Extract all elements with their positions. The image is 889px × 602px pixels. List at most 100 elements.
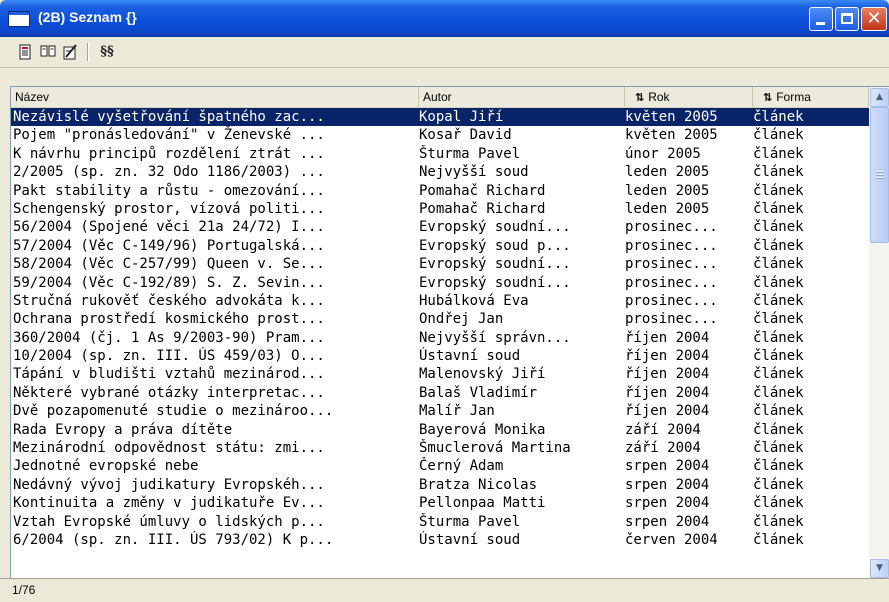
cell-author: Evropský soudní...	[419, 219, 571, 236]
table-row[interactable]: 6/2004 (sp. zn. III. ÚS 793/02) K p... Ús…	[11, 531, 869, 549]
article-list[interactable]: Název Autor ⇅ Rok ⇅ Forma Nezávislé vyšetř…	[10, 86, 889, 579]
cell-form: článek	[753, 109, 804, 125]
cell-title: Tápání v bludišti vztahů mezinárod...	[13, 366, 325, 383]
table-row[interactable]: Rada Evropy a práva dítěte Bayerová Monik…	[11, 421, 869, 439]
table-row[interactable]: Jednotné evropské nebe Černý Adam srpen 20…	[11, 457, 869, 475]
title-bar[interactable]: (2B) Seznam {} ✕	[0, 0, 889, 37]
column-header-nazev[interactable]: Název	[11, 87, 419, 107]
cell-author: Evropský soudní...	[419, 256, 571, 273]
scroll-thumb[interactable]	[870, 107, 889, 243]
edit-note-button[interactable]	[60, 42, 80, 62]
cell-title: 59/2004 (Věc C-192/89) S. Z. Sevin...	[13, 274, 325, 291]
table-row[interactable]: Dvě pozapomenuté studie o mezinároo... Ma…	[11, 402, 869, 420]
table-row[interactable]: Vztah Evropské úmluvy o lidských p... Štu…	[11, 513, 869, 531]
minimize-icon	[816, 22, 825, 25]
toolbar-separator	[87, 43, 89, 61]
cell-title: 2/2005 (sp. zn. 32 Odo 1186/2003) ...	[13, 164, 325, 181]
cell-author: Pomahač Richard	[419, 182, 546, 199]
table-row[interactable]: Pakt stability a růstu - omezování... Pom…	[11, 182, 869, 200]
table-row[interactable]: K návrhu principů rozdělení ztrát ... Štu…	[11, 145, 869, 163]
cell-title: Ochrana prostředí kosmického prost...	[13, 311, 325, 328]
table-row[interactable]: Kontinuita a změny v judikatuře Ev... Pel…	[11, 494, 869, 512]
cell-title: 56/2004 (Spojené věci 21a 24/72) I...	[13, 219, 325, 236]
cell-year: srpen 2004	[625, 458, 710, 475]
app-window: (2B) Seznam {} ✕ §§ Název Autor ⇅ Rok ⇅ …	[0, 0, 889, 602]
cell-author: Kosař David	[419, 127, 512, 144]
table-row[interactable]: 59/2004 (Věc C-192/89) S. Z. Sevin... Evr…	[11, 274, 869, 292]
cell-author: Evropský soudní...	[419, 274, 571, 291]
minimize-button[interactable]	[809, 7, 833, 31]
cell-title: Dvě pozapomenuté studie o mezinároo...	[13, 403, 334, 420]
table-row[interactable]: Nezávislé vyšetřování špatného zac... Kop…	[11, 108, 869, 127]
cell-year: říjen 2004	[625, 348, 710, 365]
scroll-up-button[interactable]: ▲	[870, 88, 889, 107]
cell-form: článek	[753, 237, 804, 254]
maximize-button[interactable]	[835, 7, 859, 31]
table-row[interactable]: Tápání v bludišti vztahů mezinárod... Mal…	[11, 365, 869, 383]
edit-note-icon	[63, 44, 77, 60]
cell-title: Jednotné evropské nebe	[13, 458, 199, 475]
table-row[interactable]: Pojem "pronásledování" v Ženevské ... Kos…	[11, 126, 869, 144]
book-button[interactable]	[38, 42, 58, 62]
cell-form: článek	[753, 403, 804, 420]
toolbar: §§	[0, 37, 889, 68]
cell-year: leden 2005	[625, 200, 710, 217]
vertical-scrollbar[interactable]: ▲ ▼	[869, 87, 889, 579]
cell-form: článek	[753, 329, 804, 346]
section-button[interactable]: §§	[96, 42, 118, 62]
table-row[interactable]: Stručná rukověť českého advokáta k... Hub…	[11, 292, 869, 310]
cell-author: Bayerová Monika	[419, 421, 546, 438]
column-label: Autor	[423, 90, 452, 104]
table-row[interactable]: 10/2004 (sp. zn. III. ÚS 459/03) O... Úst…	[11, 347, 869, 365]
table-row[interactable]: 56/2004 (Spojené věci 21a 24/72) I... Evr…	[11, 218, 869, 236]
cell-form: článek	[753, 127, 804, 144]
document-info-button[interactable]	[16, 42, 36, 62]
cell-author: Pellonpaa Matti	[419, 495, 546, 512]
column-header-autor[interactable]: Autor	[419, 87, 625, 107]
cell-form: článek	[753, 495, 804, 512]
column-header-forma[interactable]: ⇅ Forma	[753, 87, 869, 107]
table-row[interactable]: Ochrana prostředí kosmického prost... Ond…	[11, 310, 869, 328]
cell-title: Kontinuita a změny v judikatuře Ev...	[13, 495, 325, 512]
table-row[interactable]: 57/2004 (Věc C-149/96) Portugalská... Evr…	[11, 237, 869, 255]
cell-title: Mezinárodní odpovědnost státu: zmi...	[13, 440, 325, 457]
list-rows: Nezávislé vyšetřování špatného zac... Kop…	[11, 108, 869, 579]
cell-author: Nejvyšší soud	[419, 164, 529, 181]
cell-form: článek	[753, 182, 804, 199]
table-row[interactable]: Schengenský prostor, vízová politi... Pom…	[11, 200, 869, 218]
cell-author: Ondřej Jan	[419, 311, 504, 328]
book-icon	[40, 45, 56, 57]
cell-year: říjen 2004	[625, 366, 710, 383]
close-button[interactable]: ✕	[861, 7, 887, 31]
cell-year: říjen 2004	[625, 329, 710, 346]
cell-author: Černý Adam	[419, 458, 504, 475]
cell-form: článek	[753, 458, 804, 475]
table-row[interactable]: 2/2005 (sp. zn. 32 Odo 1186/2003) ... Nej…	[11, 163, 869, 181]
grip-line	[876, 174, 884, 176]
table-row[interactable]: Mezinárodní odpovědnost státu: zmi... Šmu…	[11, 439, 869, 457]
cell-form: článek	[753, 164, 804, 181]
cell-title: Pojem "pronásledování" v Ženevské ...	[13, 127, 325, 144]
table-row[interactable]: 58/2004 (Věc C-257/99) Queen v. Se... Evr…	[11, 255, 869, 273]
cell-title: Rada Evropy a práva dítěte	[13, 421, 233, 438]
table-row[interactable]: Nedávný vývoj judikatury Evropskéh... Bra…	[11, 476, 869, 494]
cell-author: Šturma Pavel	[419, 513, 521, 530]
cell-year: srpen 2004	[625, 476, 710, 493]
column-label: Rok	[648, 90, 670, 104]
column-header-rok[interactable]: ⇅ Rok	[625, 87, 753, 107]
table-row[interactable]: Některé vybrané otázky interpretac... Bal…	[11, 384, 869, 402]
grip-line	[876, 171, 884, 173]
cell-form: článek	[753, 256, 804, 273]
cell-title: Stručná rukověť českého advokáta k...	[13, 292, 325, 309]
cell-year: prosinec...	[625, 311, 718, 328]
cell-form: článek	[753, 200, 804, 217]
cell-form: článek	[753, 348, 804, 365]
cell-title: Pakt stability a růstu - omezování...	[13, 182, 325, 199]
table-row[interactable]: 360/2004 (čj. 1 As 9/2003-90) Pram... Nej…	[11, 329, 869, 347]
scroll-down-button[interactable]: ▼	[870, 559, 889, 578]
window-icon[interactable]	[8, 11, 30, 27]
cell-year: červen 2004	[625, 531, 718, 548]
list-header: Název Autor ⇅ Rok ⇅ Forma	[11, 87, 869, 108]
cell-title: Nezávislé vyšetřování špatného zac...	[13, 109, 325, 125]
cell-author: Šturma Pavel	[419, 145, 521, 162]
